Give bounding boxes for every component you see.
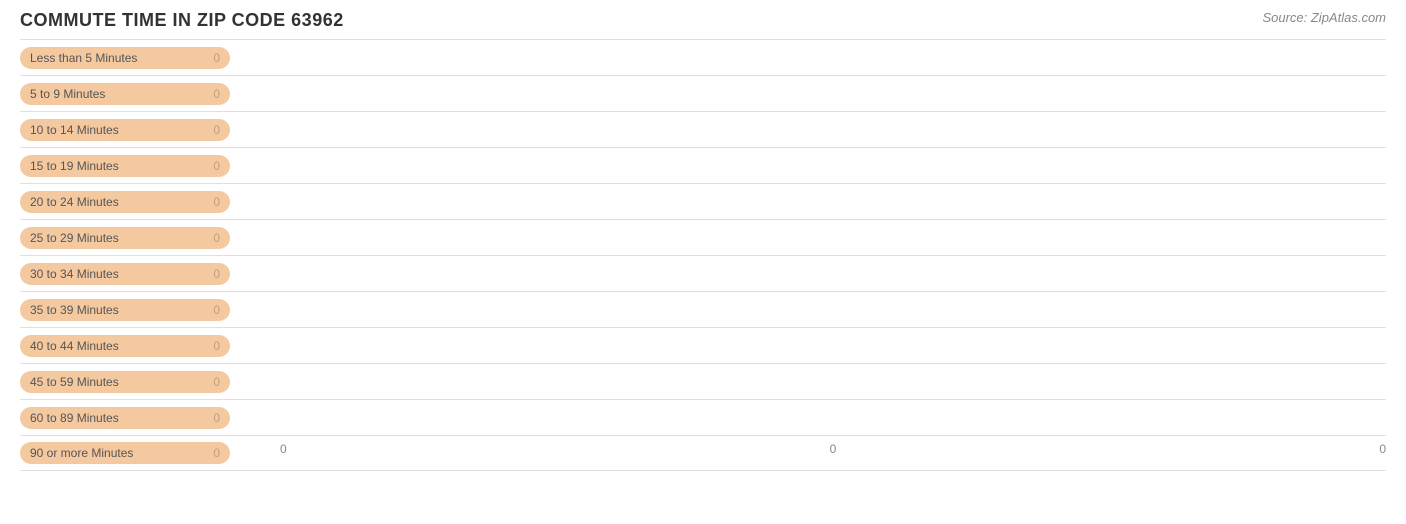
bar-label-container: Less than 5 Minutes 0: [20, 47, 280, 69]
bar-label-text: 60 to 89 Minutes: [30, 411, 119, 425]
bar-row: 20 to 24 Minutes 0: [20, 183, 1386, 219]
bar-label-pill: 20 to 24 Minutes 0: [20, 191, 230, 213]
bar-track: [280, 220, 1386, 255]
bar-label-pill: 30 to 34 Minutes 0: [20, 263, 230, 285]
bar-row: 15 to 19 Minutes 0: [20, 147, 1386, 183]
bar-track: [280, 76, 1386, 111]
bar-row: 25 to 29 Minutes 0: [20, 219, 1386, 255]
bar-label-container: 90 or more Minutes 0: [20, 442, 280, 464]
bar-label-container: 40 to 44 Minutes 0: [20, 335, 280, 357]
bar-label-pill: 45 to 59 Minutes 0: [20, 371, 230, 393]
bar-row: 10 to 14 Minutes 0: [20, 111, 1386, 147]
bar-label-text: 35 to 39 Minutes: [30, 303, 119, 317]
bar-value: 0: [213, 231, 220, 245]
bar-value: 0: [213, 339, 220, 353]
bar-label-text: 90 or more Minutes: [30, 446, 133, 460]
bar-label-container: 25 to 29 Minutes 0: [20, 227, 280, 249]
bar-label-container: 60 to 89 Minutes 0: [20, 407, 280, 429]
bar-label-container: 20 to 24 Minutes 0: [20, 191, 280, 213]
bar-track: [280, 256, 1386, 291]
bar-track: [280, 364, 1386, 399]
bar-label-text: 10 to 14 Minutes: [30, 123, 119, 137]
bar-row: 40 to 44 Minutes 0: [20, 327, 1386, 363]
bar-label-pill: Less than 5 Minutes 0: [20, 47, 230, 69]
bar-row: 35 to 39 Minutes 0: [20, 291, 1386, 327]
bar-label-container: 35 to 39 Minutes 0: [20, 299, 280, 321]
bar-row: 5 to 9 Minutes 0: [20, 75, 1386, 111]
bar-row: 45 to 59 Minutes 0: [20, 363, 1386, 399]
bar-value: 0: [213, 87, 220, 101]
bar-label-text: 30 to 34 Minutes: [30, 267, 119, 281]
bar-track: [280, 112, 1386, 147]
bar-label-pill: 60 to 89 Minutes 0: [20, 407, 230, 429]
chart-container: COMMUTE TIME IN ZIP CODE 63962 Source: Z…: [0, 0, 1406, 524]
bar-label-container: 5 to 9 Minutes 0: [20, 83, 280, 105]
bar-value: 0: [213, 51, 220, 65]
bar-track: [280, 400, 1386, 435]
bar-label-text: Less than 5 Minutes: [30, 51, 137, 65]
bar-label-text: 45 to 59 Minutes: [30, 375, 119, 389]
bars-wrapper: Less than 5 Minutes05 to 9 Minutes010 to…: [20, 39, 1386, 438]
bar-label-pill: 90 or more Minutes 0: [20, 442, 230, 464]
bar-track: [280, 40, 1386, 75]
bar-label-text: 15 to 19 Minutes: [30, 159, 119, 173]
bar-value: 0: [213, 303, 220, 317]
bar-label-container: 10 to 14 Minutes 0: [20, 119, 280, 141]
bar-value: 0: [213, 446, 220, 460]
bar-value: 0: [213, 159, 220, 173]
bar-label-text: 5 to 9 Minutes: [30, 87, 105, 101]
bar-label-container: 30 to 34 Minutes 0: [20, 263, 280, 285]
bar-track: [280, 436, 1386, 470]
bar-row: 30 to 34 Minutes 0: [20, 255, 1386, 291]
chart-title: COMMUTE TIME IN ZIP CODE 63962: [20, 10, 1386, 31]
bar-row: 90 or more Minutes 0: [20, 435, 1386, 471]
bar-track: [280, 184, 1386, 219]
bar-label-container: 15 to 19 Minutes 0: [20, 155, 280, 177]
bar-value: 0: [213, 195, 220, 209]
bar-value: 0: [213, 375, 220, 389]
bar-value: 0: [213, 267, 220, 281]
bar-label-pill: 10 to 14 Minutes 0: [20, 119, 230, 141]
source-label: Source: ZipAtlas.com: [1262, 10, 1386, 25]
bar-value: 0: [213, 411, 220, 425]
bar-value: 0: [213, 123, 220, 137]
bar-track: [280, 328, 1386, 363]
bar-label-text: 25 to 29 Minutes: [30, 231, 119, 245]
bar-row: Less than 5 Minutes 0: [20, 39, 1386, 75]
bar-label-pill: 35 to 39 Minutes 0: [20, 299, 230, 321]
bar-track: [280, 292, 1386, 327]
bar-label-pill: 25 to 29 Minutes 0: [20, 227, 230, 249]
bar-label-text: 40 to 44 Minutes: [30, 339, 119, 353]
bar-label-pill: 5 to 9 Minutes 0: [20, 83, 230, 105]
bar-label-container: 45 to 59 Minutes 0: [20, 371, 280, 393]
bar-track: [280, 148, 1386, 183]
bar-row: 60 to 89 Minutes 0: [20, 399, 1386, 435]
chart-area: Less than 5 Minutes05 to 9 Minutes010 to…: [20, 39, 1386, 463]
bar-label-pill: 40 to 44 Minutes 0: [20, 335, 230, 357]
bar-label-pill: 15 to 19 Minutes 0: [20, 155, 230, 177]
bar-label-text: 20 to 24 Minutes: [30, 195, 119, 209]
